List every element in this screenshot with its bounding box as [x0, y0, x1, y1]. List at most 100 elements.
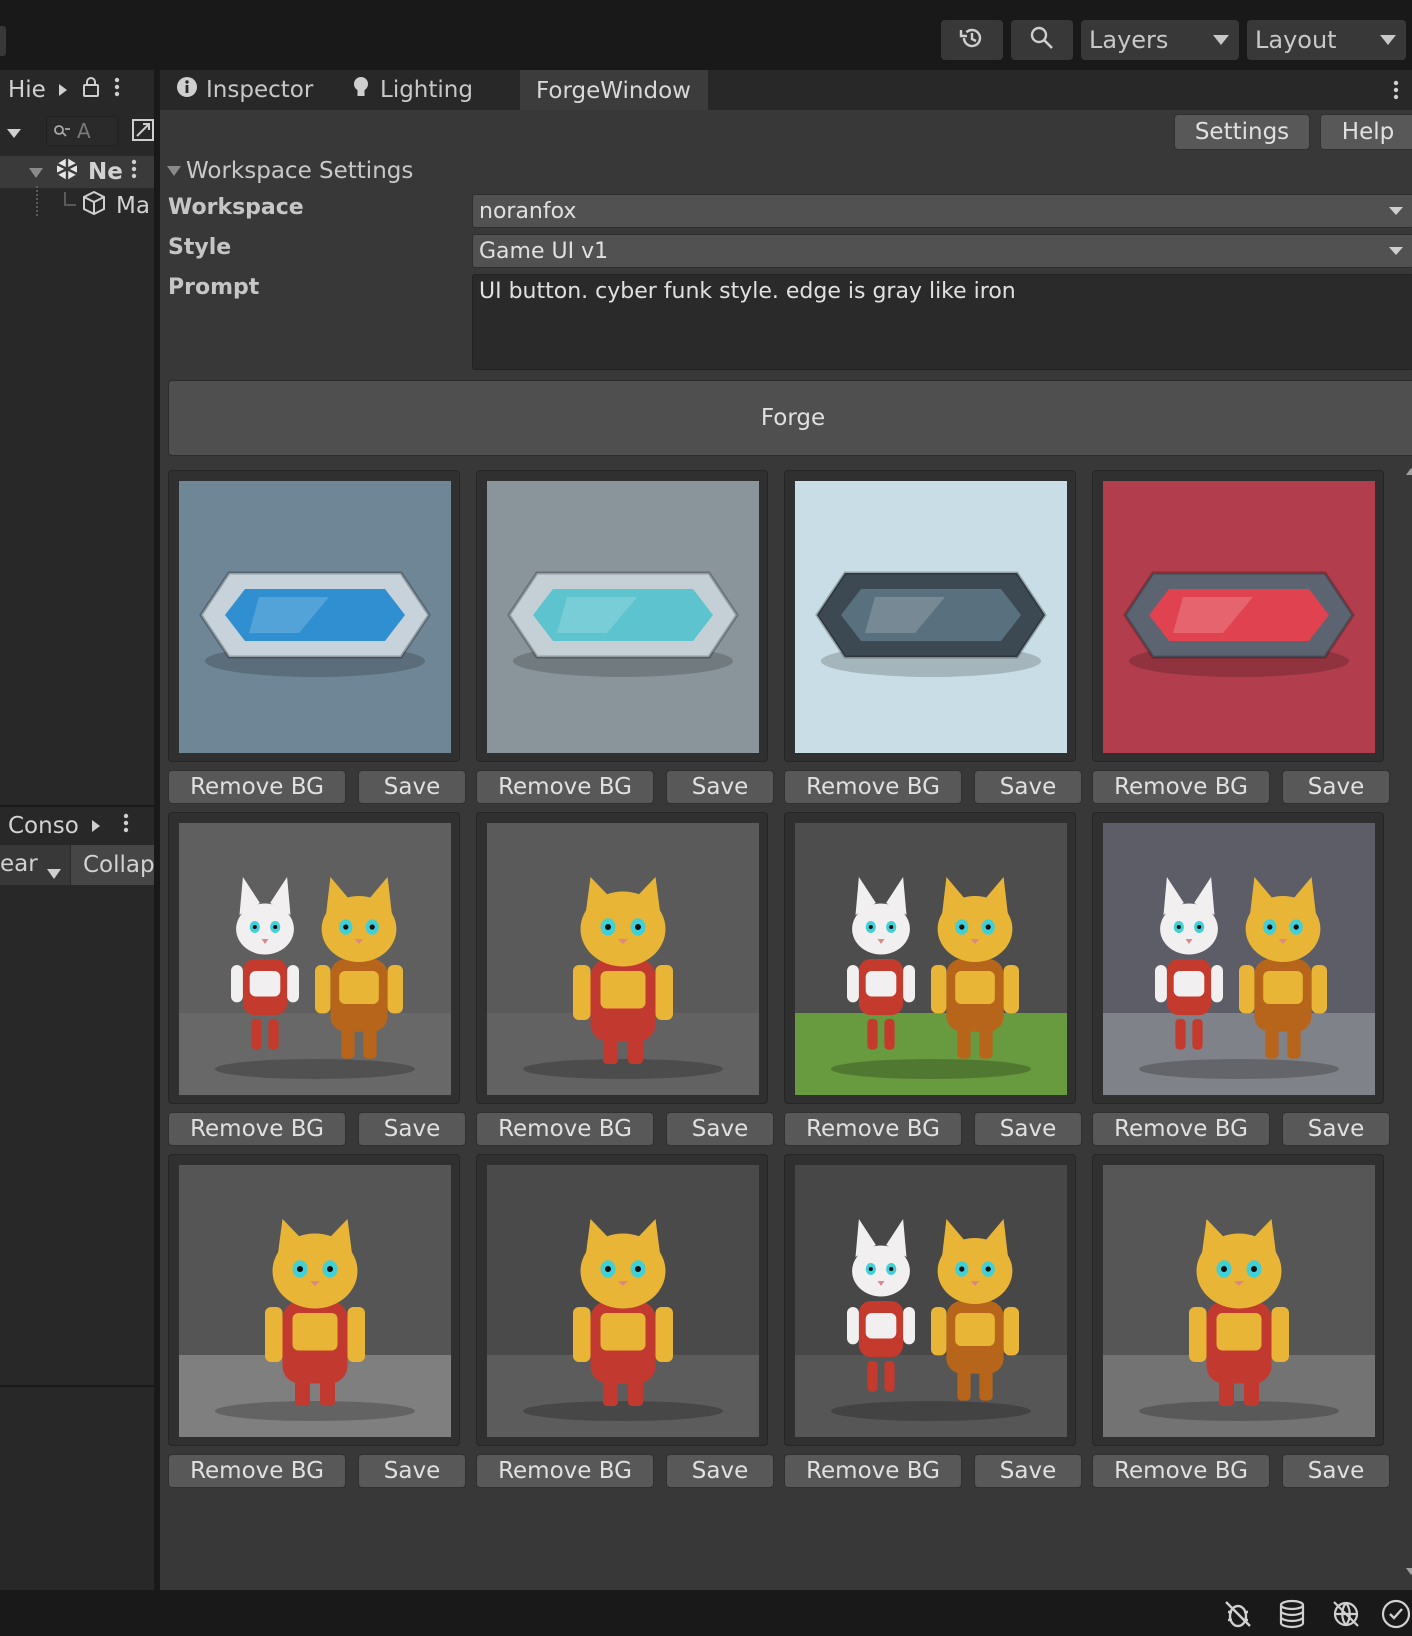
kebab-menu-icon[interactable]: [114, 77, 120, 103]
play-triangle-icon[interactable]: [91, 813, 101, 839]
result-card[interactable]: [1092, 1154, 1384, 1446]
create-dropdown-icon[interactable]: [6, 124, 22, 143]
scroll-up-arrow[interactable]: [1406, 468, 1412, 475]
save-button[interactable]: Save: [1282, 770, 1390, 804]
style-dropdown[interactable]: Game UI v1: [472, 234, 1412, 268]
kebab-menu-icon[interactable]: [123, 813, 129, 839]
chevron-down-icon: [1389, 247, 1403, 255]
history-button[interactable]: [941, 20, 1003, 60]
save-button[interactable]: Save: [666, 1454, 774, 1488]
remove-bg-button[interactable]: Remove BG: [476, 1454, 654, 1488]
lock-icon[interactable]: [82, 77, 100, 103]
hierarchy-tab[interactable]: Hie: [0, 70, 156, 110]
main-toolbar: Layers Layout: [0, 0, 1412, 70]
console-toolbar: ear Collap: [0, 845, 156, 885]
chevron-down-icon[interactable]: [46, 860, 62, 886]
save-button[interactable]: Save: [974, 770, 1082, 804]
cat-warrior-preview: [795, 823, 1067, 1095]
result-thumbnail: [179, 481, 451, 753]
kebab-menu-icon[interactable]: [131, 159, 137, 185]
settings-button[interactable]: Settings: [1174, 114, 1310, 150]
hierarchy-search-placeholder: A: [77, 119, 91, 143]
tab-label: Lighting: [380, 77, 473, 103]
layers-dropdown[interactable]: Layers: [1081, 20, 1239, 60]
workspace-label: Workspace: [168, 195, 304, 220]
remove-bg-button[interactable]: Remove BG: [784, 1112, 962, 1146]
console-log-area: [0, 885, 156, 1590]
save-button[interactable]: Save: [666, 1112, 774, 1146]
check-circle-icon[interactable]: [1380, 1598, 1412, 1630]
workspace-dropdown[interactable]: noranfox: [472, 194, 1412, 228]
console-collapse-button[interactable]: Collap: [70, 845, 156, 885]
result-card[interactable]: [784, 470, 1076, 762]
forge-button[interactable]: Forge: [168, 380, 1412, 456]
save-button[interactable]: Save: [358, 1454, 466, 1488]
tab-label: ForgeWindow: [536, 78, 691, 104]
chevron-down-icon[interactable]: [28, 159, 44, 185]
prompt-textarea[interactable]: UI button. cyber funk style. edge is gra…: [472, 274, 1412, 370]
result-thumbnail: [487, 1165, 759, 1437]
hierarchy-item-scene[interactable]: Ne: [0, 156, 156, 188]
result-card[interactable]: [168, 812, 460, 1104]
result-card[interactable]: [1092, 812, 1384, 1104]
remove-bg-button[interactable]: Remove BG: [168, 1112, 346, 1146]
hierarchy-search-input[interactable]: A: [46, 116, 118, 146]
cat-warrior-preview: [1103, 1165, 1375, 1437]
toolbar-play-stub[interactable]: [0, 26, 6, 56]
console-clear-button[interactable]: ear: [0, 851, 38, 877]
tab-lighting[interactable]: Lighting: [346, 70, 506, 110]
save-button[interactable]: Save: [358, 1112, 466, 1146]
remove-bg-button[interactable]: Remove BG: [784, 770, 962, 804]
result-card[interactable]: [476, 812, 768, 1104]
result-card[interactable]: [168, 1154, 460, 1446]
hierarchy-search-row: A: [0, 110, 156, 152]
remove-bg-button[interactable]: Remove BG: [168, 1454, 346, 1488]
network-off-icon[interactable]: [1330, 1598, 1362, 1630]
console-tab[interactable]: Conso: [0, 805, 156, 845]
save-button[interactable]: Save: [1282, 1454, 1390, 1488]
help-button[interactable]: Help: [1320, 114, 1412, 150]
search-button[interactable]: [1011, 20, 1073, 60]
remove-bg-button[interactable]: Remove BG: [1092, 1454, 1270, 1488]
remove-bg-button[interactable]: Remove BG: [168, 770, 346, 804]
scroll-down-arrow[interactable]: [1406, 1568, 1412, 1575]
database-icon[interactable]: [1276, 1598, 1308, 1630]
result-card[interactable]: [476, 470, 768, 762]
forge-window: Settings Help Workspace Settings Workspa…: [160, 110, 1412, 1590]
result-card[interactable]: [1092, 470, 1384, 762]
result-card[interactable]: [168, 470, 460, 762]
tab-forgewindow[interactable]: ForgeWindow: [520, 70, 708, 110]
style-value: Game UI v1: [479, 238, 609, 264]
result-thumbnail: [1103, 823, 1375, 1095]
result-card[interactable]: [784, 1154, 1076, 1446]
save-button[interactable]: Save: [1282, 1112, 1390, 1146]
remove-bg-button[interactable]: Remove BG: [1092, 1112, 1270, 1146]
debug-off-icon[interactable]: [1222, 1598, 1254, 1630]
play-triangle-icon[interactable]: [58, 77, 68, 103]
workspace-value: noranfox: [479, 198, 577, 224]
workspace-settings-foldout[interactable]: Workspace Settings: [166, 158, 413, 184]
scene-visibility-icon[interactable]: [130, 117, 156, 147]
result-card[interactable]: [476, 1154, 768, 1446]
layout-dropdown[interactable]: Layout: [1247, 20, 1406, 60]
remove-bg-button[interactable]: Remove BG: [476, 1112, 654, 1146]
kebab-menu-icon[interactable]: [1393, 80, 1399, 104]
save-button[interactable]: Save: [974, 1454, 1082, 1488]
save-button[interactable]: Save: [974, 1112, 1082, 1146]
remove-bg-button[interactable]: Remove BG: [784, 1454, 962, 1488]
tab-inspector[interactable]: Inspector: [160, 70, 338, 110]
unity-scene-icon: [54, 156, 80, 188]
save-button[interactable]: Save: [666, 770, 774, 804]
section-title: Workspace Settings: [186, 158, 414, 184]
result-thumbnail: [795, 823, 1067, 1095]
hierarchy-item-object[interactable]: Ma: [0, 186, 156, 222]
style-label: Style: [168, 235, 232, 260]
save-button[interactable]: Save: [358, 770, 466, 804]
panel-divider: [0, 1385, 156, 1387]
result-card[interactable]: [784, 812, 1076, 1104]
hierarchy-item-label: Ma: [116, 193, 150, 219]
remove-bg-button[interactable]: Remove BG: [1092, 770, 1270, 804]
cat-warrior-preview: [487, 1165, 759, 1437]
remove-bg-button[interactable]: Remove BG: [476, 770, 654, 804]
search-icon: [1028, 24, 1056, 56]
